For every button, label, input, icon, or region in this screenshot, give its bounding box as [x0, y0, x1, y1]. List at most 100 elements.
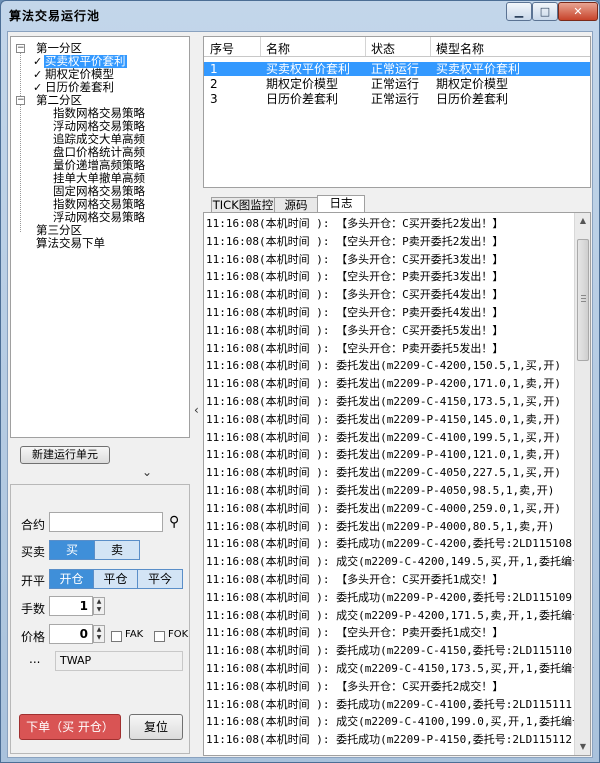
- price-stepper[interactable]: ▲ ▼: [93, 625, 105, 643]
- price-type-field[interactable]: TWAP: [55, 651, 183, 671]
- fak-label: FAK: [125, 629, 144, 640]
- grip-line: [581, 301, 586, 302]
- chevron-down-icon[interactable]: ⌄: [142, 465, 152, 479]
- tab-source[interactable]: 源码: [274, 197, 318, 212]
- minimize-icon: ▁: [514, 5, 524, 18]
- offset-open-button[interactable]: 开仓: [49, 569, 94, 589]
- scroll-down-icon[interactable]: ▼: [575, 739, 590, 755]
- table-cell: 买卖权平价套利: [266, 62, 351, 76]
- reset-button[interactable]: 复位: [129, 714, 183, 740]
- log-line: 11:16:08(本机时间 ): 委托发出(m2209-P-4200,171.0…: [206, 377, 562, 391]
- log-line: 11:16:08(本机时间 ): 委托成功(m2209-P-4150,委托号:2…: [206, 733, 579, 747]
- tab-bar: TICK图监控 源码 日志: [203, 195, 591, 213]
- log-line: 11:16:08(本机时间 ): 委托发出(m2209-C-4000,259.0…: [206, 501, 562, 515]
- column-divider[interactable]: [260, 37, 261, 56]
- log-line: 11:16:08(本机时间 ): 【空头开仓：P卖开委托4发出！】: [206, 306, 504, 319]
- minimize-button[interactable]: ▁: [506, 2, 532, 21]
- more-options-button[interactable]: ...: [29, 652, 40, 666]
- qty-stepper[interactable]: ▲ ▼: [93, 597, 105, 615]
- log-line: 11:16:08(本机时间 ): 成交(m2209-C-4150,173.5,买…: [206, 662, 584, 675]
- log-line: 11:16:08(本机时间 ): 委托成功(m2209-C-4200,委托号:2…: [206, 537, 579, 551]
- contract-label: 合约: [21, 518, 46, 532]
- offset-close-today-button[interactable]: 平今: [137, 569, 183, 589]
- table-cell: 2: [210, 77, 218, 91]
- side-buy-button[interactable]: 买: [49, 540, 95, 560]
- table-cell: 买卖权平价套利: [436, 62, 521, 76]
- price-input[interactable]: 0: [49, 624, 93, 644]
- log-line: 11:16:08(本机时间 ): 委托成功(m2209-P-4200,委托号:2…: [206, 590, 579, 604]
- table-row[interactable]: 3 日历价差套利 正常运行 日历价差套利: [204, 92, 590, 106]
- new-run-unit-button[interactable]: 新建运行单元: [20, 446, 110, 464]
- tab-log[interactable]: 日志: [317, 195, 365, 213]
- app-window: 算法交易运行池 ▁ □ ✕ − 第一分区 ✓ 买卖权平价套利 ✓ 期权定价模型 ✓ 日历价…: [0, 0, 600, 763]
- tab-tick-monitor[interactable]: TICK图监控: [211, 197, 275, 212]
- search-icon[interactable]: ⚲: [169, 514, 179, 530]
- column-divider[interactable]: [430, 37, 431, 56]
- price-label: 价格: [21, 630, 46, 644]
- log-line: 11:16:08(本机时间 ): 委托发出(m2209-C-4150,173.5…: [206, 395, 562, 408]
- log-line: 11:16:08(本机时间 ): 委托成功(m2209-C-4150,委托号:2…: [206, 644, 579, 658]
- log-line: 11:16:08(本机时间 ): 委托发出(m2209-C-4100,199.5…: [206, 430, 562, 444]
- side-label: 买卖: [21, 545, 46, 559]
- contract-input[interactable]: [49, 512, 163, 532]
- table-cell: 1: [210, 62, 218, 76]
- column-header[interactable]: 名称: [266, 40, 290, 57]
- fok-checkbox[interactable]: [154, 631, 165, 642]
- log-scrollbar[interactable]: ▲ ▼: [574, 213, 590, 755]
- table-header: 序号 名称 状态 模型名称: [204, 37, 590, 57]
- submit-order-button[interactable]: 下单（买 开仓）: [19, 714, 121, 740]
- fak-checkbox[interactable]: [111, 631, 122, 642]
- window-title: 算法交易运行池: [9, 9, 101, 23]
- maximize-icon: □: [539, 5, 551, 18]
- close-button[interactable]: ✕: [558, 2, 598, 21]
- log-line: 11:16:08(本机时间 ): 【空头开仓：P卖开委托3发出！】: [206, 270, 504, 284]
- column-divider[interactable]: [365, 37, 366, 56]
- chevron-left-icon[interactable]: ‹: [194, 403, 199, 417]
- tree-group-algo-order[interactable]: 算法交易下单: [36, 237, 105, 250]
- column-header[interactable]: 模型名称: [436, 40, 484, 57]
- table-cell: 正常运行: [371, 77, 420, 91]
- table-cell: 正常运行: [371, 62, 420, 76]
- title-bar[interactable]: 算法交易运行池 ▁ □ ✕: [1, 1, 599, 29]
- fok-label: FOK: [168, 629, 189, 640]
- log-line: 11:16:08(本机时间 ): 委托发出(m2209-P-4000,80.5,…: [206, 519, 555, 533]
- tree-connector: [20, 47, 21, 232]
- expand-toggle-group2[interactable]: −: [16, 96, 25, 105]
- client-area: − 第一分区 ✓ 买卖权平价套利 ✓ 期权定价模型 ✓ 日历价差套利 − 第二分区 指数网…: [7, 31, 593, 758]
- log-line: 11:16:08(本机时间 ): 委托成功(m2209-C-4100,委托号:2…: [206, 697, 579, 711]
- log-line: 11:16:08(本机时间 ): 成交(m2209-P-4200,171.5,卖…: [206, 608, 584, 622]
- scroll-up-icon[interactable]: ▲: [575, 213, 590, 229]
- log-line: 11:16:08(本机时间 ): 【空头开仓：P卖开委托5发出！】: [206, 341, 504, 355]
- column-header[interactable]: 状态: [371, 40, 395, 57]
- grip-line: [581, 295, 586, 296]
- expand-toggle-group1[interactable]: −: [16, 44, 25, 53]
- qty-label: 手数: [21, 602, 46, 616]
- log-line: 11:16:08(本机时间 ): 委托发出(m2209-C-4200,150.5…: [206, 359, 562, 373]
- log-line: 11:16:08(本机时间 ): 【多头开仓：C买开委托4发出！】: [206, 288, 504, 302]
- log-line: 11:16:08(本机时间 ): 【多头开仓：C买开委托2发出！】: [206, 217, 504, 230]
- table-row[interactable]: 2 期权定价模型 正常运行 期权定价模型: [204, 77, 590, 91]
- side-sell-button[interactable]: 卖: [94, 540, 140, 560]
- maximize-button[interactable]: □: [532, 2, 558, 21]
- log-line: 11:16:08(本机时间 ): 委托发出(m2209-P-4150,145.0…: [206, 412, 562, 426]
- log-line: 11:16:08(本机时间 ): 【多头开仓：C买开委托3发出！】: [206, 252, 504, 266]
- close-icon: ✕: [573, 5, 583, 18]
- log-line: 11:16:08(本机时间 ): 【多头开仓：C买开委托5发出！】: [206, 323, 504, 337]
- scrollbar-thumb[interactable]: [577, 239, 589, 361]
- offset-close-button[interactable]: 平仓: [93, 569, 138, 589]
- column-header[interactable]: 序号: [210, 40, 234, 57]
- log-line: 11:16:08(本机时间 ): 成交(m2209-C-4100,199.0,买…: [206, 715, 584, 729]
- qty-input[interactable]: 1: [49, 596, 93, 616]
- log-line: 11:16:08(本机时间 ): 【空头开仓：P卖开委托1成交！】: [206, 626, 504, 640]
- offset-label: 开平: [21, 574, 46, 588]
- log-line: 11:16:08(本机时间 ): 成交(m2209-C-4200,149.5,买…: [206, 555, 584, 569]
- log-line: 11:16:08(本机时间 ): 【多头开仓：C买开委托1成交！】: [206, 573, 504, 586]
- table-cell: 3: [210, 92, 218, 106]
- log-line: 11:16:08(本机时间 ): 【空头开仓：P卖开委托2发出！】: [206, 234, 504, 248]
- checkmark-icon[interactable]: ✓: [33, 68, 42, 81]
- splitter[interactable]: [192, 32, 202, 759]
- table-row[interactable]: 1 买卖权平价套利 正常运行 买卖权平价套利: [204, 62, 590, 76]
- table-cell: 日历价差套利: [266, 92, 339, 106]
- checkmark-icon[interactable]: ✓: [33, 55, 42, 68]
- table-cell: 期权定价模型: [266, 77, 339, 91]
